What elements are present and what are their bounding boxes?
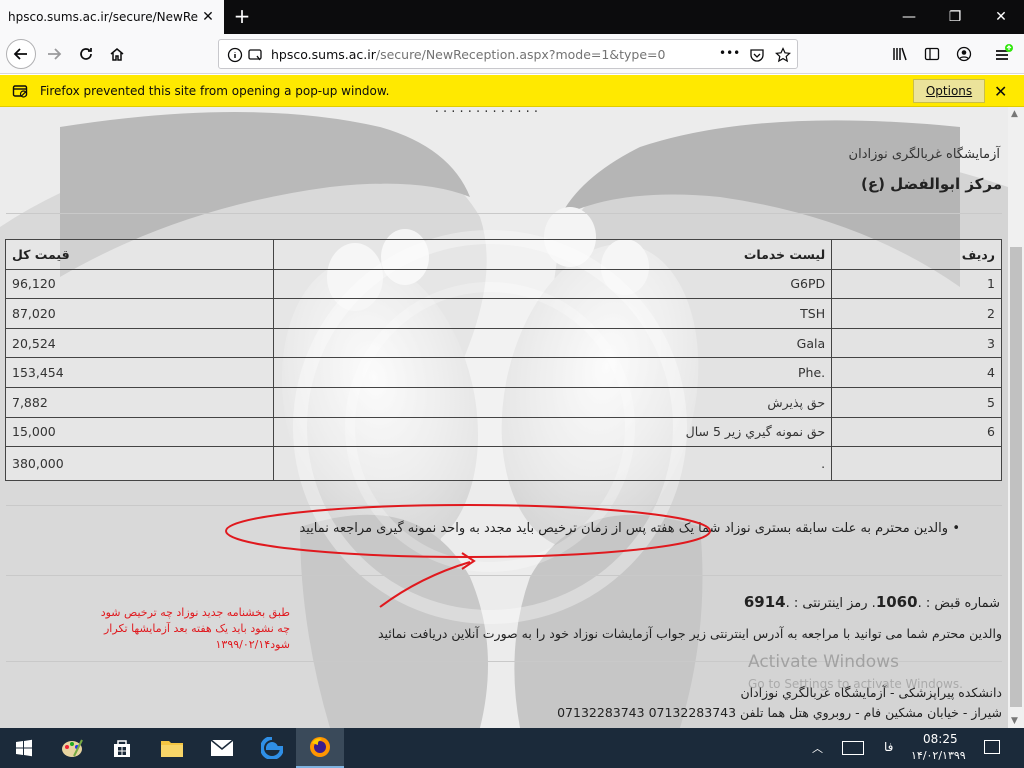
url-text[interactable]: hpsco.sums.ac.ir/secure/NewReception.asp…: [271, 47, 665, 62]
edge-browser-icon: [261, 737, 283, 759]
account-button[interactable]: [950, 40, 978, 68]
browser-tab[interactable]: hpsco.sums.ac.ir/secure/NewRecep ✕: [0, 0, 224, 34]
store-bag-icon: [114, 740, 130, 757]
windows-taskbar: ︿ فا 08:25 ۱۴/۰۲/۱۳۹۹: [0, 728, 1024, 768]
close-window-icon[interactable]: ✕: [978, 0, 1024, 34]
forward-button[interactable]: [40, 40, 68, 68]
tray-chevron-icon[interactable]: ︿: [812, 740, 823, 756]
scroll-down-icon[interactable]: ▼: [1011, 716, 1018, 726]
back-arrow-icon: [13, 48, 27, 60]
popup-blocked-message: Firefox prevented this site from opening…: [40, 84, 390, 98]
taskbar-firefox-browser[interactable]: [296, 728, 344, 768]
scroll-up-icon[interactable]: ▲: [1011, 109, 1018, 119]
new-tab-icon[interactable]: +: [230, 5, 254, 29]
handwritten-annotation: طبق بخشنامه جدید نوزاد چه ترخیص شود چه ن…: [100, 606, 290, 651]
back-button[interactable]: [6, 39, 36, 69]
url-bar[interactable]: hpsco.sums.ac.ir/secure/NewReception.asp…: [218, 39, 798, 69]
home-button[interactable]: [103, 40, 131, 68]
keyboard-icon[interactable]: [842, 741, 864, 755]
popup-blocked-icon: [12, 85, 28, 98]
url-path: /secure/NewReception.aspx?mode=1&type=0: [375, 47, 666, 62]
page-scrollbar[interactable]: ▲ ▼: [1008, 107, 1024, 728]
close-notification-icon[interactable]: ✕: [994, 82, 1007, 101]
clock-date[interactable]: ۱۴/۰۲/۱۳۹۹: [911, 749, 966, 762]
menu-button[interactable]: [990, 40, 1018, 68]
tab-strip: hpsco.sums.ac.ir/secure/NewRecep ✕ + — ❐…: [0, 0, 1024, 34]
taskbar-edge-browser[interactable]: [248, 728, 296, 768]
tracking-protection-icon[interactable]: [247, 47, 263, 63]
folder-icon: [161, 741, 183, 757]
page-actions-icon[interactable]: •••: [719, 46, 740, 60]
account-icon: [956, 46, 972, 62]
taskbar-file-explorer[interactable]: [148, 728, 196, 768]
hamburger-menu-icon: [996, 44, 1013, 60]
minimize-icon[interactable]: —: [886, 0, 932, 34]
bookmark-star-icon[interactable]: [775, 47, 791, 63]
taskbar-store-app[interactable]: [98, 728, 146, 768]
info-icon[interactable]: [227, 47, 243, 63]
reload-button[interactable]: [72, 40, 100, 68]
scroll-thumb[interactable]: [1010, 247, 1022, 707]
popup-blocked-bar: Firefox prevented this site from opening…: [0, 75, 1024, 107]
pocket-icon[interactable]: [749, 47, 765, 63]
taskbar-mail-app[interactable]: [198, 728, 246, 768]
firefox-icon: [310, 737, 330, 757]
home-icon: [110, 48, 124, 61]
mail-envelope-icon: [210, 739, 234, 756]
restore-icon[interactable]: ❐: [932, 0, 978, 34]
url-domain: hpsco.sums.ac.ir: [271, 47, 376, 62]
action-center-icon[interactable]: [984, 740, 1000, 754]
tab-title: hpsco.sums.ac.ir/secure/NewRecep: [8, 10, 198, 24]
close-tab-icon[interactable]: ✕: [200, 9, 216, 25]
page-content: . . . . . . . . . . . . . آزمایشگاه غربا…: [0, 107, 1008, 728]
options-button[interactable]: Options: [913, 79, 985, 103]
start-button[interactable]: [0, 728, 48, 768]
windows-logo-icon: [16, 739, 32, 757]
library-icon: [893, 47, 907, 61]
input-language[interactable]: فا: [884, 740, 893, 754]
paint-palette-icon: [62, 739, 83, 757]
taskbar-paint-app[interactable]: [48, 728, 96, 768]
library-button[interactable]: [886, 40, 914, 68]
reload-icon: [80, 48, 92, 60]
clock-time[interactable]: 08:25: [923, 732, 958, 746]
forward-arrow-icon: [48, 48, 62, 60]
sidebar-button[interactable]: [918, 40, 946, 68]
navigation-toolbar: hpsco.sums.ac.ir/secure/NewReception.asp…: [0, 34, 1024, 74]
sidebar-icon: [924, 47, 940, 61]
